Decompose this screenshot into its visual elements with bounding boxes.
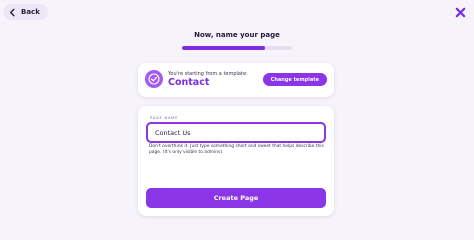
progress-fill xyxy=(182,46,265,50)
page-name-label: PAGE NAME xyxy=(150,116,179,120)
page-name-input[interactable] xyxy=(146,122,326,143)
back-label: Back xyxy=(21,8,40,16)
close-button[interactable] xyxy=(452,4,468,20)
template-card: You're starting from a template: Contact… xyxy=(138,63,334,97)
create-page-button[interactable]: Create Page xyxy=(146,188,326,208)
back-button[interactable]: Back xyxy=(3,4,48,20)
page-title: Now, name your page xyxy=(194,31,280,39)
progress-bar xyxy=(182,46,292,50)
chevron-left-icon xyxy=(9,8,15,16)
page-name-form: PAGE NAME Don't overthink it. Just type … xyxy=(138,106,334,216)
check-circle-icon xyxy=(145,70,163,88)
template-name: Contact xyxy=(168,77,210,88)
change-template-button[interactable]: Change template xyxy=(262,73,327,86)
close-icon xyxy=(455,7,465,17)
helper-text: Don't overthink it. Just type something … xyxy=(149,144,324,155)
